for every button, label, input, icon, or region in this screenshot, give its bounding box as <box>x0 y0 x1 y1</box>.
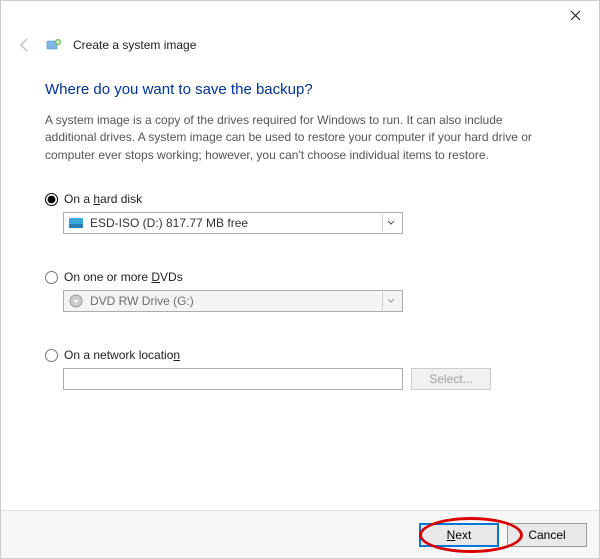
page-heading: Where do you want to save the backup? <box>45 81 555 98</box>
radio-dvds[interactable]: On one or more DVDs <box>45 270 555 284</box>
back-button[interactable] <box>15 35 35 55</box>
header-row: Create a system image <box>1 29 599 65</box>
hard-disk-selected: ESD-ISO (D:) 817.77 MB free <box>90 216 376 230</box>
radio-dvds-input[interactable] <box>45 271 58 284</box>
back-arrow-icon <box>17 37 33 53</box>
radio-hard-disk-input[interactable] <box>45 193 58 206</box>
dvd-selected: DVD RW Drive (G:) <box>90 294 376 308</box>
close-button[interactable] <box>555 3 595 27</box>
titlebar <box>1 1 599 29</box>
next-button[interactable]: Next <box>419 523 499 547</box>
chevron-down-icon <box>382 214 398 232</box>
footer: Next Cancel <box>1 510 599 558</box>
select-button: Select... <box>411 368 491 390</box>
wizard-title: Create a system image <box>73 38 196 52</box>
radio-network[interactable]: On a network location <box>45 348 555 362</box>
cancel-button[interactable]: Cancel <box>507 523 587 547</box>
disk-icon <box>68 216 84 230</box>
option-dvds: On one or more DVDs DVD RW Drive (G:) <box>45 270 555 312</box>
radio-network-input[interactable] <box>45 349 58 362</box>
option-hard-disk: On a hard disk ESD-ISO (D:) 817.77 MB fr… <box>45 192 555 234</box>
radio-hard-disk[interactable]: On a hard disk <box>45 192 555 206</box>
chevron-down-icon <box>382 292 398 310</box>
page-description: A system image is a copy of the drives r… <box>45 112 555 164</box>
radio-hard-disk-label: On a hard disk <box>64 192 142 206</box>
option-network: On a network location Select... <box>45 348 555 390</box>
network-location-input[interactable] <box>63 368 403 390</box>
radio-dvds-label: On one or more DVDs <box>64 270 183 284</box>
wizard-icon <box>45 36 63 54</box>
radio-network-label: On a network location <box>64 348 180 362</box>
dvd-icon <box>68 294 84 308</box>
wizard-window: Create a system image Where do you want … <box>0 0 600 559</box>
dvd-dropdown[interactable]: DVD RW Drive (G:) <box>63 290 403 312</box>
hard-disk-dropdown[interactable]: ESD-ISO (D:) 817.77 MB free <box>63 212 403 234</box>
content-area: Where do you want to save the backup? A … <box>1 65 599 510</box>
close-icon <box>570 10 581 21</box>
